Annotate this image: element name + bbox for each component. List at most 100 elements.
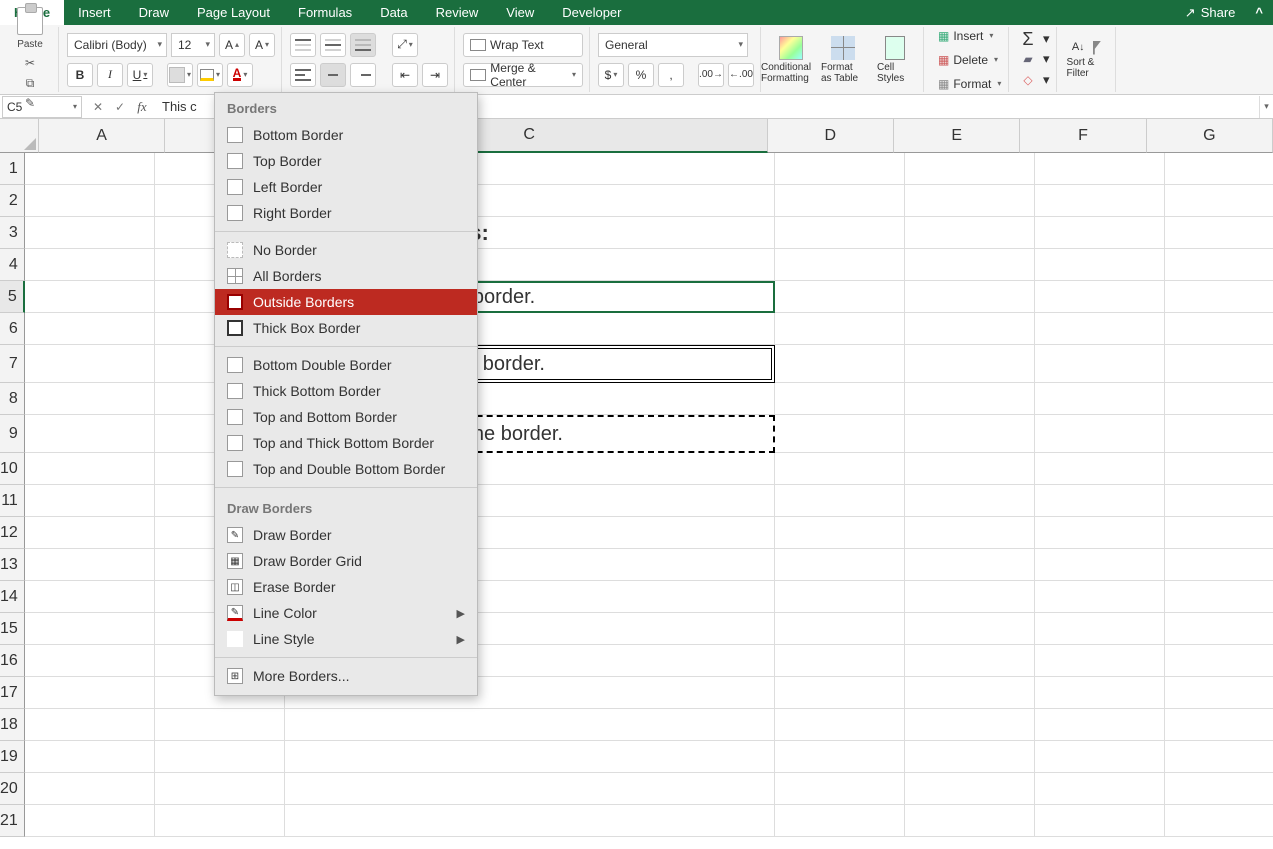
decrease-font-button[interactable]: A▾ (249, 33, 275, 57)
row-header-12[interactable]: 12 (0, 517, 25, 549)
cell-a2[interactable] (25, 185, 155, 217)
cell-f7[interactable] (1035, 345, 1165, 383)
decrease-indent-button[interactable]: ⇤ (392, 63, 418, 87)
col-header-a[interactable]: A (39, 119, 165, 153)
cell-g9[interactable] (1165, 415, 1273, 453)
cell-f1[interactable] (1035, 153, 1165, 185)
cell-a4[interactable] (25, 249, 155, 281)
cell-g4[interactable] (1165, 249, 1273, 281)
cell-a9[interactable] (25, 415, 155, 453)
menu-right-border[interactable]: Right Border (215, 200, 477, 226)
row-header-13[interactable]: 13 (0, 549, 25, 581)
menu-draw-border-grid[interactable]: ▦Draw Border Grid (215, 548, 477, 574)
cell-e12[interactable] (905, 517, 1035, 549)
row-header-21[interactable]: 21 (0, 805, 25, 837)
cell-e18[interactable] (905, 709, 1035, 741)
cell-f19[interactable] (1035, 741, 1165, 773)
cell-c21[interactable] (285, 805, 775, 837)
collapse-ribbon[interactable] (1245, 0, 1273, 25)
cell-c20[interactable] (285, 773, 775, 805)
menu-top-thick-bottom-border[interactable]: Top and Thick Bottom Border (215, 430, 477, 456)
cell-e1[interactable] (905, 153, 1035, 185)
cell-f5[interactable] (1035, 281, 1165, 313)
cell-d16[interactable] (775, 645, 905, 677)
cell-d21[interactable] (775, 805, 905, 837)
cell-f3[interactable] (1035, 217, 1165, 249)
cell-f21[interactable] (1035, 805, 1165, 837)
menu-line-color[interactable]: ✎Line Color▶ (215, 600, 477, 626)
align-top-button[interactable] (290, 33, 316, 57)
clear-button[interactable] (1017, 70, 1039, 90)
row-header-1[interactable]: 1 (0, 153, 25, 185)
cell-a8[interactable] (25, 383, 155, 415)
delete-cells-button[interactable]: Delete▾ (932, 48, 1002, 72)
select-all-corner[interactable] (0, 119, 39, 153)
cell-f11[interactable] (1035, 485, 1165, 517)
cell-a20[interactable] (25, 773, 155, 805)
increase-decimal-button[interactable]: .00→ (698, 63, 724, 87)
cut-button[interactable] (19, 54, 41, 72)
clear-dropdown[interactable]: ▾ (1043, 72, 1050, 88)
cell-g21[interactable] (1165, 805, 1273, 837)
cell-a19[interactable] (25, 741, 155, 773)
menu-no-border[interactable]: No Border (215, 237, 477, 263)
cell-a15[interactable] (25, 613, 155, 645)
cell-a18[interactable] (25, 709, 155, 741)
menu-bottom-double-border[interactable]: Bottom Double Border (215, 352, 477, 378)
col-header-d[interactable]: D (768, 119, 894, 153)
merge-center-button[interactable]: Merge & Center▾ (463, 63, 583, 87)
increase-font-button[interactable]: A▴ (219, 33, 245, 57)
fill-color-button[interactable]: ▾ (197, 63, 223, 87)
cell-f8[interactable] (1035, 383, 1165, 415)
menu-top-bottom-border[interactable]: Top and Bottom Border (215, 404, 477, 430)
cell-d20[interactable] (775, 773, 905, 805)
align-left-button[interactable] (290, 63, 316, 87)
col-header-e[interactable]: E (894, 119, 1020, 153)
cell-g6[interactable] (1165, 313, 1273, 345)
cell-d15[interactable] (775, 613, 905, 645)
cell-b20[interactable] (155, 773, 285, 805)
copy-button[interactable] (19, 74, 41, 92)
orientation-button[interactable]: ⤢▾ (392, 33, 418, 57)
cell-d10[interactable] (775, 453, 905, 485)
tab-data[interactable]: Data (366, 0, 421, 25)
cell-d17[interactable] (775, 677, 905, 709)
row-header-8[interactable]: 8 (0, 383, 25, 415)
cell-d6[interactable] (775, 313, 905, 345)
cell-f18[interactable] (1035, 709, 1165, 741)
cancel-formula-button[interactable]: ✕ (88, 97, 108, 117)
col-header-f[interactable]: F (1020, 119, 1146, 153)
cell-f12[interactable] (1035, 517, 1165, 549)
cell-d7[interactable] (775, 345, 905, 383)
cell-e15[interactable] (905, 613, 1035, 645)
row-header-7[interactable]: 7 (0, 345, 25, 383)
fx-button[interactable]: fx (132, 97, 152, 117)
row-header-20[interactable]: 20 (0, 773, 25, 805)
cell-e8[interactable] (905, 383, 1035, 415)
cell-e13[interactable] (905, 549, 1035, 581)
font-size-select[interactable]: 12 (171, 33, 215, 57)
cell-g16[interactable] (1165, 645, 1273, 677)
align-middle-button[interactable] (320, 33, 346, 57)
borders-button[interactable]: ▾ (167, 63, 193, 87)
menu-top-border[interactable]: Top Border (215, 148, 477, 174)
format-as-table-button[interactable]: Format as Table (821, 34, 865, 86)
conditional-formatting-button[interactable]: Conditional Formatting (769, 34, 813, 86)
cell-d9[interactable] (775, 415, 905, 453)
formula-expand[interactable]: ▾ (1259, 96, 1273, 118)
cell-g8[interactable] (1165, 383, 1273, 415)
cell-g5[interactable] (1165, 281, 1273, 313)
cell-e16[interactable] (905, 645, 1035, 677)
cell-f4[interactable] (1035, 249, 1165, 281)
cell-f10[interactable] (1035, 453, 1165, 485)
cell-e6[interactable] (905, 313, 1035, 345)
cell-d19[interactable] (775, 741, 905, 773)
font-name-select[interactable]: Calibri (Body) (67, 33, 167, 57)
cell-d11[interactable] (775, 485, 905, 517)
cell-a21[interactable] (25, 805, 155, 837)
cell-e4[interactable] (905, 249, 1035, 281)
row-header-3[interactable]: 3 (0, 217, 25, 249)
cell-g10[interactable] (1165, 453, 1273, 485)
cell-g15[interactable] (1165, 613, 1273, 645)
tab-developer[interactable]: Developer (548, 0, 635, 25)
